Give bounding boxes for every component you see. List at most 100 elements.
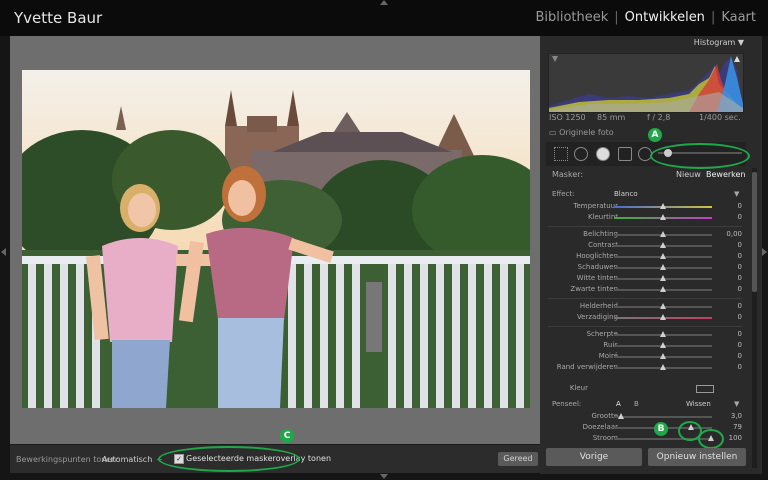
effect-row[interactable]: Effect: Blanco ▼ — [546, 190, 746, 200]
adjustment-label: Hooglichten — [576, 252, 618, 260]
spot-removal-icon[interactable] — [574, 147, 588, 161]
adjustment-value[interactable]: 0 — [738, 341, 742, 349]
adjustment-thumb[interactable] — [660, 275, 666, 281]
adjustment-track[interactable] — [614, 364, 712, 370]
adjustment-value[interactable]: 0 — [738, 213, 742, 221]
brush-a-button[interactable]: A — [616, 400, 621, 408]
adjustment-value[interactable]: 0 — [738, 313, 742, 321]
adjustment-value[interactable]: 0 — [738, 352, 742, 360]
adjustment-track[interactable] — [614, 331, 712, 337]
adjustment-value[interactable]: 0 — [738, 252, 742, 260]
adjustment-thumb[interactable] — [660, 214, 666, 220]
color-swatch-icon[interactable] — [696, 385, 714, 393]
right-panel-toggle-icon[interactable] — [762, 248, 767, 256]
adjustment-track[interactable] — [614, 303, 712, 309]
module-develop[interactable]: Ontwikkelen — [625, 10, 705, 25]
adjustment-track[interactable] — [614, 314, 712, 320]
adjustment-row[interactable]: Verzadiging 0 — [546, 313, 746, 323]
brush-flow-value[interactable]: 100 — [729, 434, 742, 442]
adjustment-value[interactable]: 0 — [738, 202, 742, 210]
brush-size-thumb[interactable] — [618, 413, 624, 419]
color-row[interactable]: Kleur — [546, 384, 746, 394]
adjustment-thumb[interactable] — [660, 342, 666, 348]
adjustment-row[interactable]: Helderheid 0 — [546, 302, 746, 312]
adjustment-track[interactable] — [614, 253, 712, 259]
annotation-oval-b2 — [698, 429, 724, 449]
effect-label: Effect: — [552, 190, 575, 198]
adjustment-value[interactable]: 0 — [738, 274, 742, 282]
bottom-panel-toggle-icon[interactable] — [380, 474, 388, 479]
effect-dropdown-icon[interactable]: ▼ — [734, 190, 739, 198]
module-library[interactable]: Bibliotheek — [535, 10, 608, 25]
show-edit-pins-select[interactable]: Automatisch — [102, 455, 152, 464]
panel-buttons: Vorige Opnieuw instellen — [546, 448, 746, 468]
adjustment-row[interactable]: Hooglichten 0 — [546, 252, 746, 262]
adjustment-track[interactable] — [614, 231, 712, 237]
red-eye-icon[interactable] — [596, 147, 610, 161]
adjustment-row[interactable]: Temperatuur 0 — [546, 202, 746, 212]
mask-edit-button[interactable]: Bewerken — [706, 170, 746, 179]
photo-preview[interactable] — [22, 70, 530, 408]
brush-clear-button[interactable]: Wissen — [686, 400, 711, 408]
adjustment-value[interactable]: 0,00 — [726, 230, 742, 238]
adjustment-row[interactable]: Rand verwijderen 0 — [546, 363, 746, 373]
left-panel-toggle-icon[interactable] — [1, 248, 6, 256]
adjustment-thumb[interactable] — [660, 253, 666, 259]
adjustment-track[interactable] — [614, 214, 712, 220]
collapse-triangle-icon[interactable]: ▼ — [738, 38, 744, 47]
done-button[interactable]: Gereed — [498, 452, 538, 466]
adjustment-row[interactable]: Contrast 0 — [546, 241, 746, 251]
adjustment-value[interactable]: 0 — [738, 363, 742, 371]
adjustment-row[interactable]: Belichting 0,00 — [546, 230, 746, 240]
adjustment-row[interactable]: Schaduwen 0 — [546, 263, 746, 273]
adjustment-thumb[interactable] — [660, 314, 666, 320]
mask-new-button[interactable]: Nieuw — [676, 170, 701, 179]
adjustment-thumb[interactable] — [660, 286, 666, 292]
adjustment-thumb[interactable] — [660, 264, 666, 270]
module-map[interactable]: Kaart — [721, 10, 756, 25]
adjustment-track[interactable] — [614, 275, 712, 281]
adjustment-row[interactable]: Moiré 0 — [546, 352, 746, 362]
effect-select[interactable]: Blanco — [614, 190, 638, 198]
adjustment-thumb[interactable] — [660, 203, 666, 209]
brush-collapse-icon[interactable]: ▼ — [734, 400, 739, 408]
crop-grid-icon[interactable] — [554, 147, 568, 161]
adjustment-row[interactable]: Scherpte 0 — [546, 330, 746, 340]
adjustment-value[interactable]: 0 — [738, 330, 742, 338]
reset-button[interactable]: Opnieuw instellen — [648, 448, 746, 466]
adjustment-thumb[interactable] — [660, 231, 666, 237]
brush-size-value[interactable]: 3,0 — [731, 412, 742, 420]
adjustment-thumb[interactable] — [660, 353, 666, 359]
histogram[interactable] — [548, 53, 744, 113]
adjustment-label: Zwarte tinten — [570, 285, 618, 293]
adjustment-track[interactable] — [614, 203, 712, 209]
adjustment-value[interactable]: 0 — [738, 263, 742, 271]
adjustment-thumb[interactable] — [660, 303, 666, 309]
brush-feather-value[interactable]: 79 — [733, 423, 742, 431]
adjustment-thumb[interactable] — [660, 242, 666, 248]
adjustment-row[interactable]: Zwarte tinten 0 — [546, 285, 746, 295]
brush-size-row[interactable]: Grootte 3,0 — [546, 412, 746, 422]
adjustment-row[interactable]: Ruis 0 — [546, 341, 746, 351]
adjustment-thumb[interactable] — [660, 331, 666, 337]
adjustment-label: Belichting — [583, 230, 618, 238]
adjustment-track[interactable] — [614, 264, 712, 270]
adjustment-value[interactable]: 0 — [738, 241, 742, 249]
panel-scrollbar-thumb[interactable] — [752, 172, 757, 292]
brush-size-track[interactable] — [614, 413, 712, 419]
adjustment-track[interactable] — [614, 342, 712, 348]
adjustment-row[interactable]: Kleurtint 0 — [546, 213, 746, 223]
adjustment-track[interactable] — [614, 286, 712, 292]
adjustment-track[interactable] — [614, 353, 712, 359]
adjustment-track[interactable] — [614, 242, 712, 248]
adjustment-thumb[interactable] — [660, 364, 666, 370]
adjustment-row[interactable]: Witte tinten 0 — [546, 274, 746, 284]
graduated-filter-icon[interactable] — [618, 147, 632, 161]
histogram-header[interactable]: Histogram ▼ — [548, 38, 744, 50]
top-panel-toggle-icon[interactable] — [380, 0, 388, 5]
brush-b-button[interactable]: B — [634, 400, 639, 408]
adjustment-value[interactable]: 0 — [738, 302, 742, 310]
module-separator: | — [614, 10, 619, 25]
previous-button[interactable]: Vorige — [546, 448, 642, 466]
adjustment-value[interactable]: 0 — [738, 285, 742, 293]
